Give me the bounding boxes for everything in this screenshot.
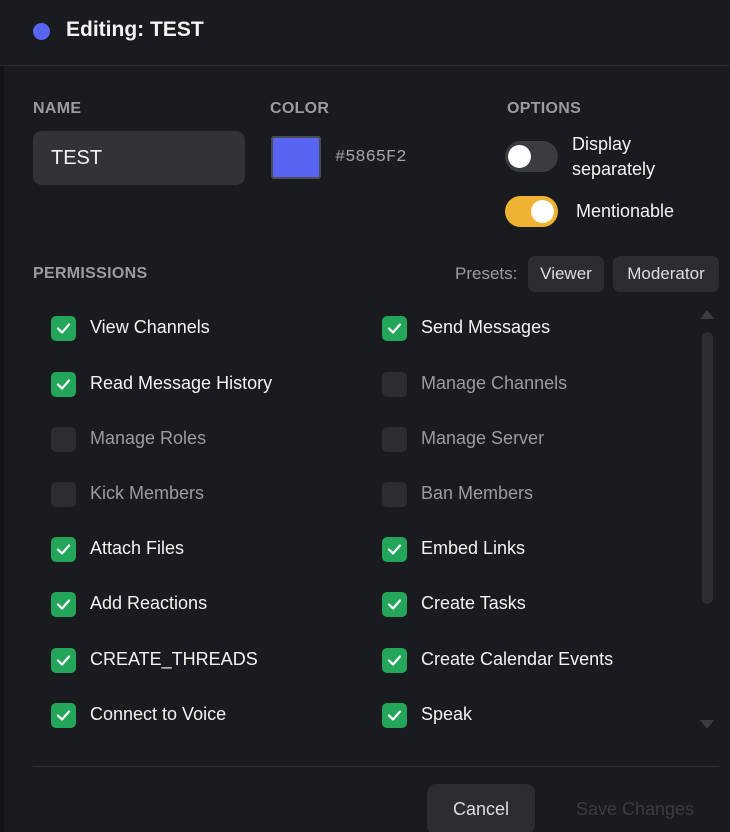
- mentionable-toggle[interactable]: [505, 196, 558, 227]
- cancel-button[interactable]: Cancel: [427, 784, 535, 832]
- permission-item: Create Calendar Events: [382, 648, 702, 674]
- permission-item: CREATE_THREADS: [51, 648, 371, 674]
- permission-label: Manage Roles: [90, 428, 207, 448]
- permission-label: Kick Members: [90, 483, 205, 503]
- permission-label: Read Message History: [90, 373, 273, 393]
- permission-item: Create Tasks: [382, 592, 702, 618]
- permission-item: Manage Channels: [382, 372, 702, 398]
- save-changes-button[interactable]: Save Changes: [560, 784, 710, 832]
- permission-checkbox[interactable]: [382, 372, 407, 397]
- permission-label: Create Tasks: [421, 593, 526, 613]
- permission-checkbox[interactable]: [51, 482, 76, 507]
- permission-checkbox[interactable]: [51, 648, 76, 673]
- options-label: OPTIONS: [507, 100, 582, 117]
- checkmark-icon: [387, 544, 402, 555]
- permission-item: Speak: [382, 703, 702, 729]
- permission-label: Add Reactions: [90, 593, 208, 613]
- permission-item: View Channels: [51, 316, 371, 342]
- permission-label: Create Calendar Events: [421, 649, 614, 669]
- permission-item: Attach Files: [51, 537, 371, 563]
- permission-item: Add Reactions: [51, 592, 371, 618]
- dialog-header: Editing: TEST: [0, 0, 730, 66]
- name-label: NAME: [33, 100, 82, 117]
- preset-moderator-button[interactable]: Moderator: [613, 256, 719, 292]
- permission-item: Ban Members: [382, 482, 702, 508]
- permission-checkbox[interactable]: [51, 372, 76, 397]
- checkmark-icon: [387, 323, 402, 334]
- color-swatch-button[interactable]: [271, 136, 321, 179]
- presets-label: Presets:: [455, 264, 518, 283]
- permission-checkbox[interactable]: [382, 537, 407, 562]
- checkmark-icon: [387, 710, 402, 721]
- checkmark-icon: [56, 710, 71, 721]
- permission-label: Speak: [421, 704, 473, 724]
- checkmark-icon: [56, 323, 71, 334]
- scroll-up-arrow-icon[interactable]: [700, 310, 714, 319]
- permission-item: Manage Roles: [51, 427, 371, 453]
- color-hex-value: #5865F2: [335, 148, 407, 167]
- permission-checkbox[interactable]: [382, 592, 407, 617]
- permission-checkbox[interactable]: [382, 316, 407, 341]
- permission-label: Attach Files: [90, 538, 185, 558]
- display-separately-toggle[interactable]: [505, 141, 558, 172]
- permission-checkbox[interactable]: [51, 703, 76, 728]
- checkmark-icon: [56, 379, 71, 390]
- display-separately-label: Display separately: [572, 134, 656, 179]
- permission-item: Read Message History: [51, 372, 371, 398]
- permission-label: Embed Links: [421, 538, 526, 558]
- checkmark-icon: [56, 544, 71, 555]
- permission-checkbox[interactable]: [382, 427, 407, 452]
- role-name-input[interactable]: [33, 131, 245, 185]
- permission-label: View Channels: [90, 317, 210, 337]
- toggle-knob: [508, 145, 531, 168]
- checkmark-icon: [387, 655, 402, 666]
- permissions-label: PERMISSIONS: [33, 265, 148, 282]
- permission-checkbox[interactable]: [51, 537, 76, 562]
- checkmark-icon: [56, 655, 71, 666]
- permission-checkbox[interactable]: [51, 427, 76, 452]
- permission-item: Kick Members: [51, 482, 371, 508]
- permission-item: Connect to Voice: [51, 703, 371, 729]
- permission-label: Manage Server: [421, 428, 545, 448]
- toggle-knob: [531, 200, 554, 223]
- permission-label: CREATE_THREADS: [90, 649, 258, 669]
- role-color-dot: [33, 23, 50, 40]
- mentionable-label: Mentionable: [576, 201, 675, 221]
- scrollbar-thumb[interactable]: [702, 332, 713, 604]
- permission-item: Send Messages: [382, 316, 702, 342]
- permission-label: Connect to Voice: [90, 704, 227, 724]
- permission-label: Send Messages: [421, 317, 551, 337]
- permission-checkbox[interactable]: [51, 316, 76, 341]
- permission-checkbox[interactable]: [382, 703, 407, 728]
- permission-checkbox[interactable]: [382, 482, 407, 507]
- preset-viewer-button[interactable]: Viewer: [528, 256, 604, 292]
- left-edge-divider: [0, 66, 4, 832]
- checkmark-icon: [387, 599, 402, 610]
- permission-checkbox[interactable]: [382, 648, 407, 673]
- dialog-title: Editing: TEST: [66, 18, 204, 41]
- permission-item: Embed Links: [382, 537, 702, 563]
- permission-label: Manage Channels: [421, 373, 568, 393]
- scroll-down-arrow-icon[interactable]: [700, 720, 714, 729]
- color-label: COLOR: [270, 100, 330, 117]
- footer-divider: [33, 766, 719, 767]
- permission-item: Manage Server: [382, 427, 702, 453]
- checkmark-icon: [56, 599, 71, 610]
- permission-checkbox[interactable]: [51, 592, 76, 617]
- permission-label: Ban Members: [421, 483, 534, 503]
